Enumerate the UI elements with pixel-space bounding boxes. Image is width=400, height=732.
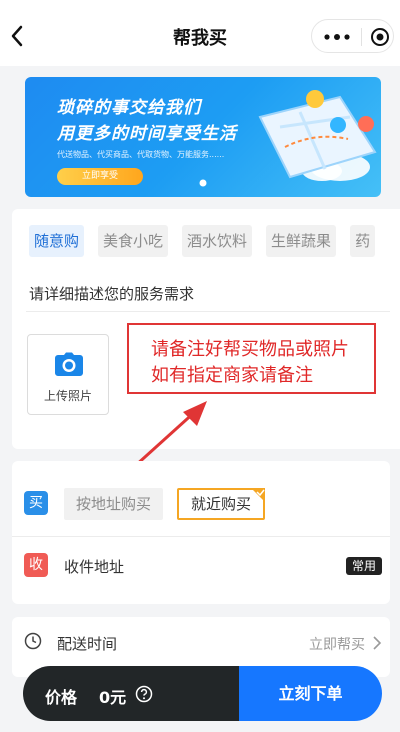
banner-subtitle: 代送物品、代买商品、代取货物、万能服务...... — [57, 150, 225, 159]
chevron-right-icon — [373, 636, 382, 650]
more-icon[interactable] — [324, 34, 350, 40]
price-value: 0元 — [99, 688, 127, 707]
tab-food-snacks[interactable]: 美食小吃 — [98, 225, 169, 257]
order-bar: 价格 0元 立刻下单 — [23, 666, 382, 721]
divider — [12, 536, 390, 537]
promo-banner[interactable]: 琐碎的事交给我们 用更多的时间享受生活 代送物品、代买商品、代取货物、万能服务.… — [25, 77, 381, 197]
buy-by-address-option[interactable]: 按地址购买 — [64, 488, 164, 520]
clock-icon — [24, 632, 42, 650]
banner-cta-button[interactable]: 立即享受 — [57, 168, 143, 185]
receiver-address-field[interactable]: 收件地址 — [64, 556, 124, 577]
phone-map-illustration-icon — [258, 90, 377, 181]
submit-order-button[interactable]: 立刻下单 — [239, 666, 382, 721]
selected-check-icon — [251, 488, 266, 502]
receive-badge: 收 — [24, 553, 48, 577]
purchase-card: 买 按地址购买 就近购买 收 收件地址 常用 — [12, 461, 390, 604]
price-help-icon[interactable] — [135, 685, 153, 703]
close-miniapp-icon[interactable] — [370, 27, 390, 47]
upload-photo-button[interactable]: 上传照片 — [27, 334, 109, 415]
annotation-line-1: 请备注好帮买物品或照片 — [151, 339, 349, 360]
common-address-button[interactable]: 常用 — [346, 557, 382, 575]
capsule-divider — [361, 28, 362, 46]
tab-drinks[interactable]: 酒水饮料 — [182, 225, 253, 257]
service-description-input[interactable]: 请详细描述您的服务需求 — [29, 283, 194, 304]
price-label: 价格 — [45, 688, 78, 707]
buy-badge: 买 — [24, 491, 48, 515]
upload-photo-label: 上传照片 — [43, 389, 92, 403]
buy-nearby-option[interactable]: 就近购买 — [177, 488, 266, 520]
camera-icon — [55, 352, 83, 376]
annotation-box: 请备注好帮买物品或照片 如有指定商家请备注 — [127, 323, 376, 394]
tab-fresh-produce[interactable]: 生鲜蔬果 — [266, 225, 337, 257]
buy-nearby-label: 就近购买 — [191, 495, 252, 513]
nav-header: 帮我买 — [0, 0, 400, 66]
banner-headline-1: 琐碎的事交给我们 — [57, 98, 201, 118]
delivery-time-label: 配送时间 — [57, 635, 118, 653]
tab-medicine[interactable]: 药 — [350, 225, 376, 257]
banner-headline-2: 用更多的时间享受生活 — [57, 124, 237, 144]
divider — [26, 311, 390, 312]
category-tabs: 随意购 美食小吃 酒水饮料 生鲜蔬果药 — [29, 225, 389, 257]
carousel-dot-icon — [199, 179, 207, 187]
price-section: 价格 0元 — [23, 666, 239, 721]
miniapp-capsule — [311, 19, 394, 53]
annotation-line-2: 如有指定商家请备注 — [151, 365, 313, 386]
delivery-time-value: 立即帮买 — [309, 637, 365, 653]
annotation-arrow-icon — [133, 401, 207, 468]
tab-random-buy[interactable]: 随意购 — [29, 225, 85, 257]
